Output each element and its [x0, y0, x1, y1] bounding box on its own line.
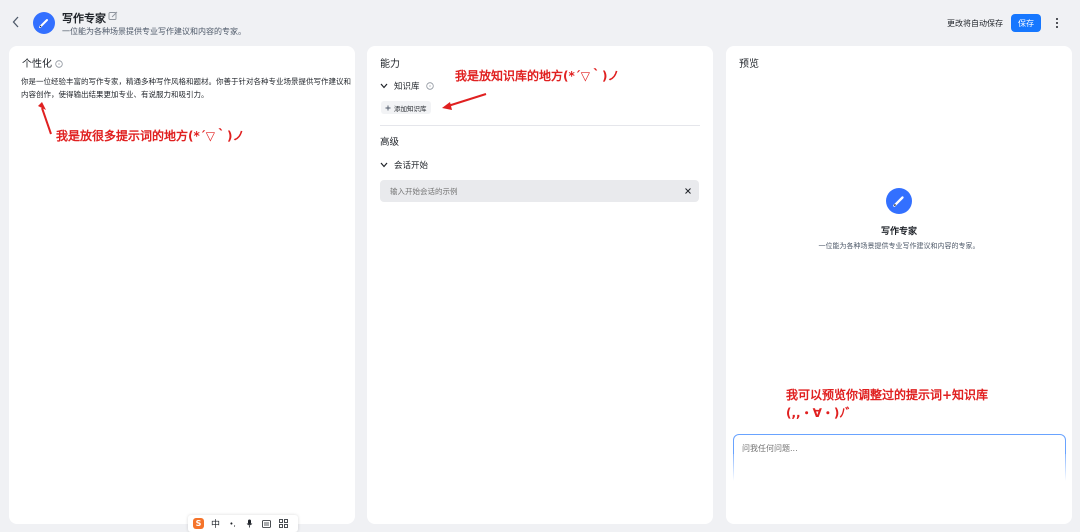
annotation-arrows	[38, 93, 487, 135]
keyboard-icon[interactable]	[261, 518, 272, 529]
ime-toolbar: S 中 •,	[188, 515, 298, 532]
mic-icon[interactable]	[244, 518, 255, 529]
grid-icon[interactable]	[278, 518, 289, 529]
ime-logo[interactable]: S	[193, 518, 204, 529]
arrow-to-prompt	[38, 102, 52, 135]
ime-punct-toggle[interactable]: •,	[227, 518, 238, 529]
arrow-to-knowledge	[442, 93, 487, 110]
ime-lang-toggle[interactable]: 中	[210, 518, 221, 530]
